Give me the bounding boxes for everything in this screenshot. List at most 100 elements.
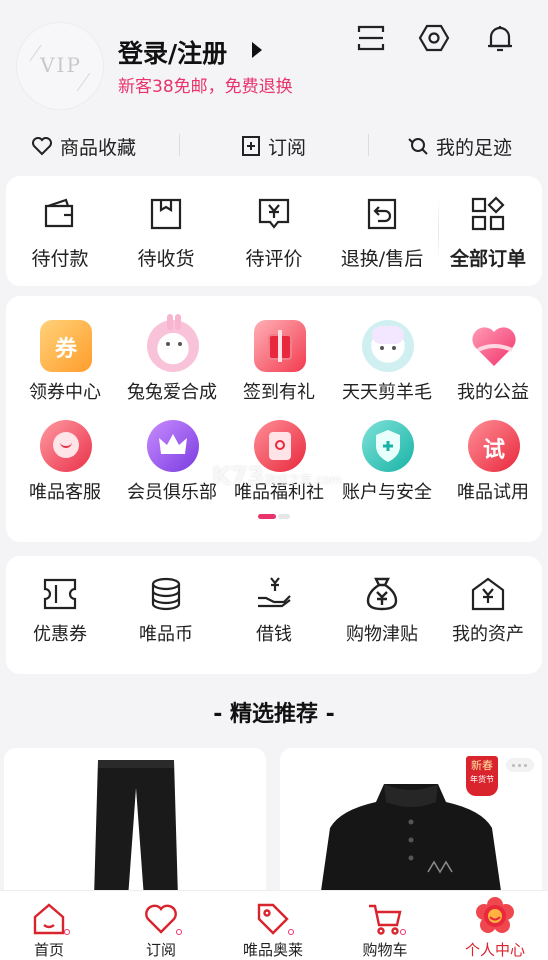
tab-dot (400, 929, 406, 935)
order-all[interactable]: 全部订单 (434, 176, 542, 286)
finance-vip-coins[interactable]: 唯品币 (112, 556, 220, 674)
service-checkin-gift[interactable]: 签到有礼 (226, 320, 332, 418)
service-label: 唯品试用 (457, 482, 529, 503)
avatar[interactable]: VIP (16, 22, 104, 110)
favorites-link[interactable]: 商品收藏 (30, 132, 136, 160)
login-register-link[interactable]: 登录/注册 (118, 34, 227, 70)
service-member-club[interactable]: 会员俱乐部 (119, 420, 225, 518)
service-account-security[interactable]: 账户与安全 (334, 420, 440, 518)
scan-icon[interactable] (355, 22, 387, 54)
services-card: 券 领券中心 兔兔爱合成 签到有礼 天天剪羊毛 我的公益 唯品客服 会员俱乐部 … (6, 296, 542, 542)
tab-subscribe[interactable]: 订阅 (106, 891, 216, 960)
service-label: 兔兔爱合成 (127, 382, 217, 403)
watermark-small: 游戏之家 (264, 473, 313, 487)
tab-home[interactable]: 首页 (0, 891, 104, 960)
divider (368, 134, 369, 156)
chevron-right-icon[interactable] (252, 42, 262, 58)
bottom-tab-bar: 首页 订阅 唯品奥莱 购物车 个人中心 (0, 890, 548, 960)
service-charity[interactable]: 我的公益 (440, 320, 546, 418)
service-label: 账户与安全 (342, 482, 432, 503)
service-rabbit-game[interactable]: 兔兔爱合成 (119, 314, 225, 418)
finance-my-assets[interactable]: 我的资产 (434, 556, 542, 674)
rabbit-icon (147, 314, 199, 372)
subscribe-plus-icon (242, 136, 260, 156)
gift-box-icon (254, 320, 306, 372)
order-returns[interactable]: 退换/售后 (328, 176, 436, 286)
finance-borrow[interactable]: 借钱 (220, 556, 328, 674)
product-image-jacket (320, 784, 502, 898)
finance-label: 我的资产 (452, 624, 524, 645)
tab-label: 首页 (33, 941, 64, 959)
heart-outline-icon (32, 137, 52, 156)
order-pending-payment[interactable]: 待付款 (6, 176, 114, 286)
footprint-search-icon (408, 138, 428, 155)
profile-flower-icon (476, 897, 514, 933)
tab-profile[interactable]: 个人中心 (440, 891, 548, 960)
finance-label: 优惠券 (33, 624, 87, 645)
settings-hexagon-icon[interactable] (418, 22, 450, 54)
footprints-link[interactable]: 我的足迹 (406, 132, 512, 160)
tab-label: 订阅 (145, 941, 176, 959)
order-label: 待收货 (137, 248, 195, 270)
favorites-label: 商品收藏 (60, 136, 137, 159)
new-customer-promo: 新客38免邮，免费退换 (118, 77, 293, 97)
order-label: 待评价 (245, 248, 303, 270)
product-card[interactable] (4, 748, 266, 898)
service-label: 签到有礼 (243, 382, 315, 403)
tab-outlet[interactable]: 唯品奥莱 (218, 891, 328, 960)
customer-service-icon (40, 420, 92, 472)
heart-tab-icon (145, 904, 177, 934)
profile-header: VIP 登录/注册 新客38免邮，免费退换 (0, 0, 548, 120)
tab-dot (64, 929, 70, 935)
finance-label: 借钱 (256, 624, 292, 645)
badge-line2: 年货节 (470, 775, 494, 784)
crown-icon (147, 420, 199, 472)
finance-shopping-allowance[interactable]: 购物津贴 (328, 556, 436, 674)
finance-label: 购物津贴 (346, 624, 418, 645)
quick-links-bar: 商品收藏 订阅 我的足迹 (0, 124, 548, 168)
money-bag-icon (366, 577, 398, 611)
watermark: K73游戏之家.com (212, 462, 341, 490)
heart-charity-icon (468, 320, 520, 372)
tab-dot (288, 929, 294, 935)
tab-label: 购物车 (362, 941, 408, 959)
more-icon[interactable] (506, 758, 534, 772)
watermark-domain: .com (312, 473, 342, 487)
shield-icon (362, 420, 414, 472)
footprints-label: 我的足迹 (436, 136, 513, 159)
recommend-title: - 精选推荐 - (213, 702, 335, 727)
finance-label: 唯品币 (139, 624, 193, 645)
service-label: 天天剪羊毛 (342, 382, 432, 403)
new-year-badge: 新春 年货节 (466, 756, 498, 796)
tab-cart[interactable]: 购物车 (330, 891, 440, 960)
cart-icon (369, 904, 402, 935)
order-label: 待付款 (31, 248, 89, 270)
watermark-logo: K73 (212, 462, 264, 490)
service-label: 唯品客服 (29, 482, 101, 503)
tab-label: 唯品奥莱 (242, 941, 303, 959)
tag-icon (257, 903, 289, 935)
service-coupon-center[interactable]: 券 领券中心 (12, 320, 118, 418)
divider (179, 134, 180, 156)
home-icon (33, 903, 65, 935)
page-indicator-inactive (278, 514, 290, 519)
product-image-pants (94, 760, 178, 898)
service-label: 领券中心 (29, 382, 101, 403)
order-pending-review[interactable]: 待评价 (220, 176, 328, 286)
service-customer-service[interactable]: 唯品客服 (12, 420, 118, 518)
subscribe-link[interactable]: 订阅 (240, 132, 306, 160)
tab-label: 个人中心 (464, 941, 525, 959)
trial-badge-text: 试 (482, 438, 505, 463)
bell-icon[interactable] (484, 22, 516, 54)
house-yen-icon (471, 577, 505, 611)
order-pending-receipt[interactable]: 待收货 (112, 176, 220, 286)
coin-stack-icon (151, 577, 181, 611)
ticket-icon (43, 578, 77, 610)
service-trial[interactable]: 试 唯品试用 (440, 420, 546, 518)
product-card[interactable]: 新春 年货节 (280, 748, 542, 898)
finance-coupons[interactable]: 优惠券 (6, 556, 114, 674)
avatar-vip-text: VIP (40, 53, 82, 77)
service-sheep-game[interactable]: 天天剪羊毛 (334, 320, 440, 418)
finance-card: 优惠券 唯品币 借钱 购物津贴 我的资产 (6, 556, 542, 674)
tab-dot (176, 929, 182, 935)
